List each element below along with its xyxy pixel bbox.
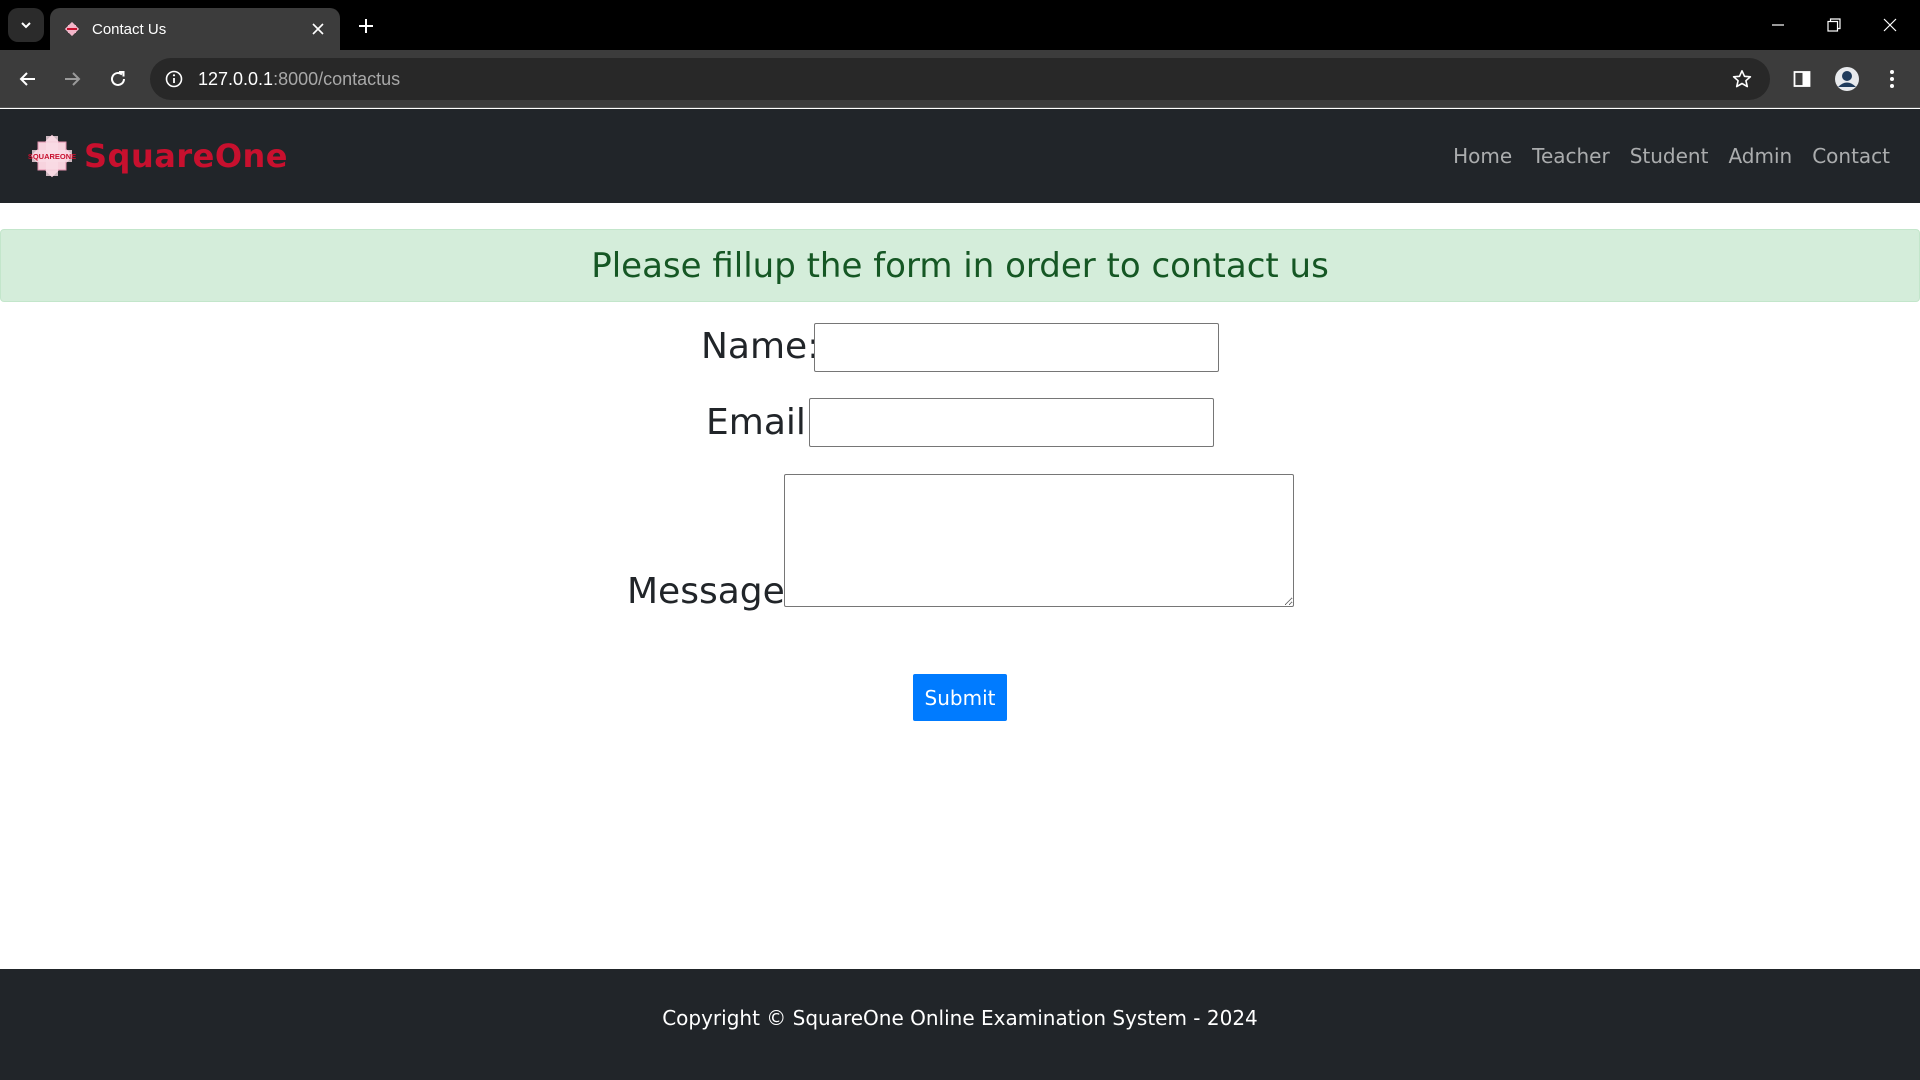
nav-link-contact[interactable]: Contact [1812,144,1890,168]
reload-icon [111,71,125,86]
browser-menu-button[interactable] [1876,63,1908,95]
kebab-menu-icon [1890,70,1894,88]
browser-toolbar: 127.0.0.1:8000/contactus [0,50,1920,108]
close-icon [1883,18,1897,32]
site-navbar: SQUAREONE SquareOne Home Teacher Student… [0,109,1920,203]
brand-name: SquareOne [84,137,288,175]
browser-tab-bar: Contact Us [0,0,1920,50]
name-input[interactable] [814,323,1219,372]
url-host: 127.0.0.1 [198,68,274,89]
nav-link-admin[interactable]: Admin [1728,144,1792,168]
bookmark-star-icon[interactable] [1726,63,1758,95]
message-label: Message: [627,571,797,612]
chevron-down-icon [21,22,31,29]
site-footer: Copyright © SquareOne Online Examination… [0,969,1920,1080]
browser-tab-active[interactable]: Contact Us [50,8,340,50]
tab-close-icon[interactable] [306,17,330,41]
back-button[interactable] [12,63,44,95]
minimize-button[interactable] [1750,0,1806,50]
submit-button[interactable]: Submit [913,674,1007,721]
nav-links: Home Teacher Student Admin Contact [1453,144,1890,168]
squareone-favicon [64,21,80,37]
side-panel-icon [1793,71,1811,87]
side-panel-button[interactable] [1786,63,1818,95]
tab-search-button[interactable] [8,8,44,42]
contact-alert: Please fillup the form in order to conta… [0,229,1920,302]
avatar-icon [1835,67,1859,91]
tab-title: Contact Us [92,20,167,38]
squareone-logo: SQUAREONE [28,134,76,178]
minimize-icon [1772,24,1784,26]
forward-button[interactable] [56,63,88,95]
message-textarea[interactable] [784,474,1294,607]
plus-icon [359,19,373,33]
profile-button[interactable] [1831,63,1863,95]
new-tab-button[interactable] [352,12,380,40]
arrow-right-icon [65,72,81,86]
close-icon [312,23,324,35]
nav-link-teacher[interactable]: Teacher [1532,144,1610,168]
brand-link[interactable]: SQUAREONE SquareOne [28,132,288,180]
nav-link-home[interactable]: Home [1453,144,1512,168]
url-text[interactable]: 127.0.0.1:8000/contactus [198,69,1726,90]
restore-button[interactable] [1806,0,1862,50]
email-label: Email: [706,402,819,443]
reload-button[interactable] [102,63,134,95]
url-path: :8000/contactus [273,68,401,89]
arrow-left-icon [19,72,35,86]
name-label: Name: [701,326,820,367]
footer-copyright: Copyright © SquareOne Online Examination… [662,1005,1258,1030]
restore-icon [1827,18,1841,32]
info-icon[interactable] [162,67,186,91]
alert-text: Please fillup the form in order to conta… [591,245,1329,286]
email-input[interactable] [809,398,1214,447]
logo-text: SQUAREONE [28,152,76,161]
nav-link-student[interactable]: Student [1630,144,1709,168]
address-bar[interactable]: 127.0.0.1:8000/contactus [150,58,1770,100]
close-window-button[interactable] [1862,0,1918,50]
